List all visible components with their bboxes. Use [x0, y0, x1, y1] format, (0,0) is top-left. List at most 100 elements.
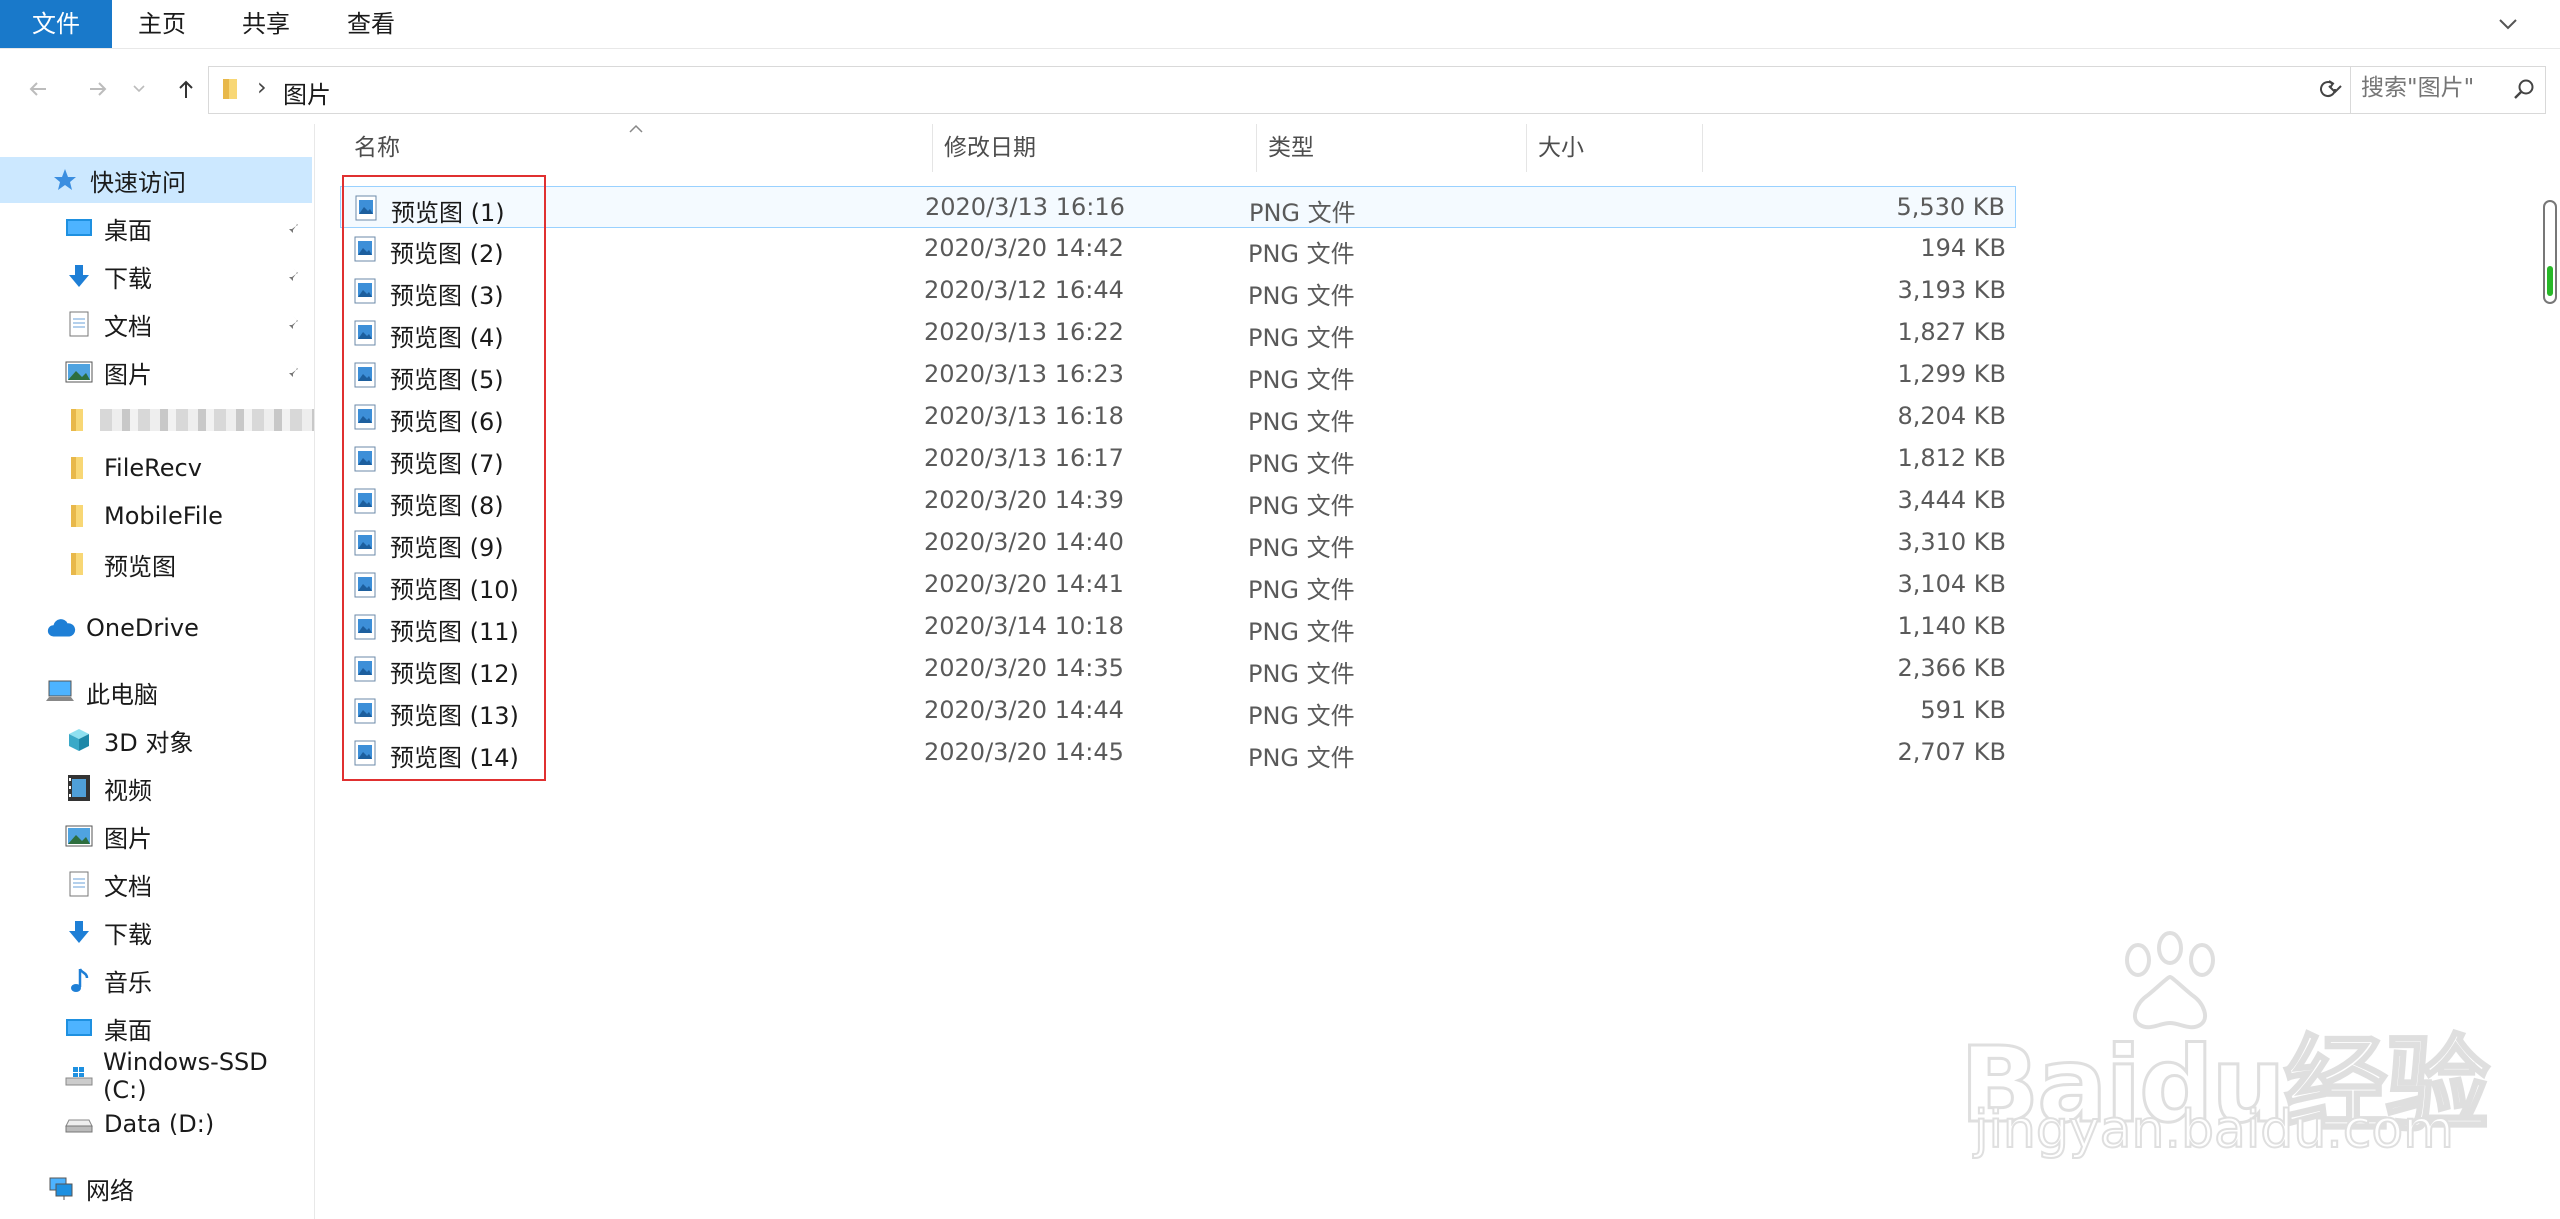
file-row[interactable]: 预览图 (8) 2020/3/20 14:39 PNG 文件 3,444 KB [340, 480, 2016, 522]
video-icon [64, 773, 94, 803]
file-row[interactable]: 预览图 (5) 2020/3/13 16:23 PNG 文件 1,299 KB [340, 354, 2016, 396]
file-row[interactable]: 预览图 (14) 2020/3/20 14:45 PNG 文件 2,707 KB [340, 732, 2016, 774]
nav-documents[interactable]: 文档 [0, 301, 312, 347]
file-modified-date: 2020/3/13 16:22 [924, 318, 1124, 346]
nav-downloads[interactable]: 下载 [0, 253, 312, 299]
file-row[interactable]: 预览图 (2) 2020/3/20 14:42 PNG 文件 194 KB [340, 228, 2016, 270]
file-type: PNG 文件 [1248, 492, 1355, 520]
download-icon [64, 917, 94, 947]
up-arrow-icon [179, 80, 193, 98]
file-row[interactable]: 预览图 (10) 2020/3/20 14:41 PNG 文件 3,104 KB [340, 564, 2016, 606]
file-row[interactable]: 预览图 (7) 2020/3/13 16:17 PNG 文件 1,812 KB [340, 438, 2016, 480]
column-header-size[interactable]: 大小 [1538, 124, 1584, 172]
document-icon [64, 309, 94, 339]
computer-icon [46, 677, 76, 707]
forward-button[interactable] [78, 58, 118, 120]
column-divider[interactable] [932, 124, 933, 172]
nav-quick-access[interactable]: 快速访问 [0, 157, 312, 203]
nav-label: FileRecv [104, 454, 202, 482]
nav-videos[interactable]: 视频 [0, 765, 312, 811]
watermark: Baidu经验 jingyan.baidu.com [1959, 930, 2520, 1180]
nav-pictures[interactable]: 图片 [0, 349, 312, 395]
tab-share[interactable]: 共享 [242, 0, 290, 48]
cloud-icon [46, 613, 76, 643]
file-modified-date: 2020/3/13 16:16 [925, 193, 1125, 221]
back-button[interactable] [18, 58, 58, 120]
file-modified-date: 2020/3/20 14:35 [924, 654, 1124, 682]
column-divider[interactable] [1256, 124, 1257, 172]
tab-home[interactable]: 主页 [138, 0, 186, 48]
file-type: PNG 文件 [1248, 618, 1355, 646]
pin-icon[interactable] [282, 217, 304, 239]
nav-label: 网络 [86, 1176, 134, 1205]
nav-filerecv[interactable]: FileRecv [0, 445, 312, 491]
file-row[interactable]: 预览图 (12) 2020/3/20 14:35 PNG 文件 2,366 KB [340, 648, 2016, 690]
search-box[interactable] [2350, 66, 2546, 114]
nav-network[interactable]: 网络 [0, 1165, 312, 1211]
file-row[interactable]: 预览图 (9) 2020/3/20 14:40 PNG 文件 3,310 KB [340, 522, 2016, 564]
nav-label: 图片 [104, 824, 152, 853]
refresh-button[interactable] [2305, 66, 2351, 112]
nav-drive-c[interactable]: Windows-SSD (C:) [0, 1048, 312, 1104]
nav-pc-documents[interactable]: 文档 [0, 861, 312, 907]
column-divider[interactable] [1526, 124, 1527, 172]
file-type: PNG 文件 [1248, 660, 1355, 688]
file-size: 1,827 KB [1897, 318, 2006, 346]
file-size: 8,204 KB [1897, 402, 2006, 430]
pin-icon[interactable] [282, 265, 304, 287]
column-header-type[interactable]: 类型 [1268, 124, 1314, 172]
file-row[interactable]: 预览图 (11) 2020/3/14 10:18 PNG 文件 1,140 KB [340, 606, 2016, 648]
address-bar[interactable]: › 图片 [208, 66, 2352, 114]
nav-preview-folder[interactable]: 预览图 [0, 541, 312, 587]
nav-onedrive[interactable]: OneDrive [0, 605, 312, 651]
nav-pc-desktop[interactable]: 桌面 [0, 1005, 312, 1051]
ribbon: 文件 主页 共享 查看 [0, 0, 2560, 49]
pin-icon[interactable] [282, 361, 304, 383]
file-row[interactable]: 预览图 (3) 2020/3/12 16:44 PNG 文件 3,193 KB [340, 270, 2016, 312]
sort-ascending-icon [629, 124, 643, 133]
column-header-date[interactable]: 修改日期 [944, 124, 1036, 172]
back-arrow-icon [29, 82, 46, 96]
expand-ribbon-chevron-icon[interactable] [2494, 10, 2522, 38]
file-modified-date: 2020/3/20 14:41 [924, 570, 1124, 598]
up-button[interactable] [166, 58, 206, 120]
tab-file[interactable]: 文件 [0, 0, 112, 48]
folder-icon [64, 549, 94, 579]
file-type: PNG 文件 [1248, 744, 1355, 772]
nav-desktop[interactable]: 桌面 [0, 205, 312, 251]
pictures-icon [64, 821, 94, 851]
pin-icon[interactable] [282, 313, 304, 335]
file-row[interactable]: 预览图 (1) 2020/3/13 16:16 PNG 文件 5,530 KB [340, 186, 2016, 228]
nav-this-pc[interactable]: 此电脑 [0, 669, 312, 715]
file-size: 1,812 KB [1897, 444, 2006, 472]
nav-pc-downloads[interactable]: 下载 [0, 909, 312, 955]
address-toolbar: › 图片 [0, 58, 2560, 120]
nav-label: 快速访问 [90, 168, 186, 197]
nav-mobilefile[interactable]: MobileFile [0, 493, 312, 539]
nav-label: Data (D:) [104, 1110, 215, 1138]
column-header-name[interactable]: 名称 [354, 124, 400, 172]
nav-label: 图片 [104, 360, 152, 389]
nav-3d-objects[interactable]: 3D 对象 [0, 717, 312, 763]
navigation-pane: 快速访问 桌面 下载 文档 图片 FileRecv MobileFile 预览图 [0, 124, 315, 1219]
tab-view[interactable]: 查看 [347, 0, 395, 48]
nav-drive-d[interactable]: Data (D:) [0, 1101, 312, 1147]
nav-label: 视频 [104, 776, 152, 805]
breadcrumb-pictures[interactable]: 图片 [283, 75, 331, 110]
file-row[interactable]: 预览图 (13) 2020/3/20 14:44 PNG 文件 591 KB [340, 690, 2016, 732]
file-modified-date: 2020/3/14 10:18 [924, 612, 1124, 640]
scrollbar-thumb[interactable] [2547, 266, 2553, 296]
file-row[interactable]: 预览图 (4) 2020/3/13 16:22 PNG 文件 1,827 KB [340, 312, 2016, 354]
nav-label: 文档 [104, 312, 152, 341]
scrollbar[interactable] [2543, 200, 2557, 304]
file-row[interactable]: 预览图 (6) 2020/3/13 16:18 PNG 文件 8,204 KB [340, 396, 2016, 438]
nav-pc-pictures[interactable]: 图片 [0, 813, 312, 859]
desktop-icon [64, 1013, 94, 1043]
nav-music[interactable]: 音乐 [0, 957, 312, 1003]
nav-redacted-folder[interactable] [0, 397, 314, 443]
folder-icon [64, 453, 94, 483]
search-input[interactable] [2361, 75, 2501, 101]
column-divider[interactable] [1702, 124, 1703, 172]
recent-locations-button[interactable] [126, 58, 152, 120]
nav-label: MobileFile [104, 502, 223, 530]
